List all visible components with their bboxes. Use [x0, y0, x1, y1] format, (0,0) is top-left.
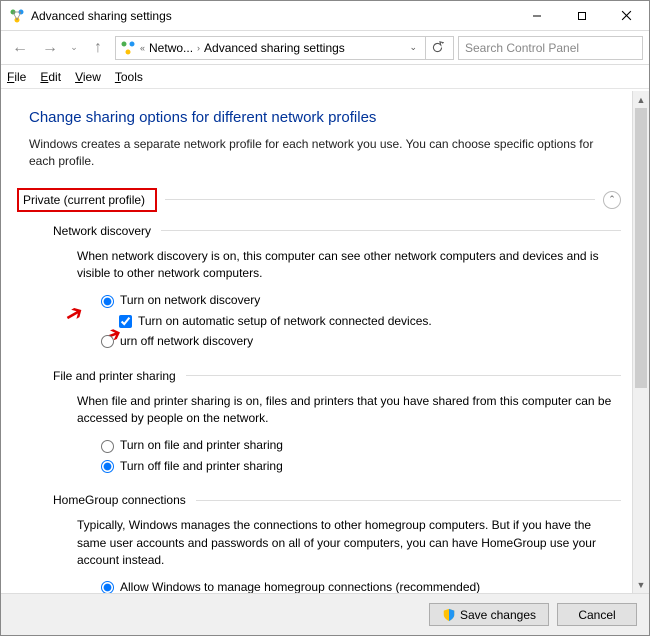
checkbox-auto-setup[interactable]: ➔ Turn on automatic setup of network con…	[119, 313, 621, 330]
section-description: Typically, Windows manages the connectio…	[77, 517, 621, 569]
divider	[165, 199, 595, 200]
breadcrumb-part-1[interactable]: Netwo...	[149, 41, 193, 55]
search-placeholder: Search Control Panel	[465, 41, 579, 55]
refresh-button[interactable]	[425, 36, 449, 60]
save-changes-button[interactable]: Save changes	[429, 603, 549, 626]
radio-label: urn off network discovery	[120, 333, 253, 350]
breadcrumb-sep: «	[140, 43, 145, 53]
menu-tools[interactable]: Tools	[115, 70, 143, 84]
radio-input[interactable]	[101, 581, 114, 593]
content-area: Change sharing options for different net…	[1, 91, 649, 593]
breadcrumb-sep: ›	[197, 43, 200, 53]
page-description: Windows creates a separate network profi…	[29, 136, 621, 170]
sharing-app-icon	[9, 8, 25, 24]
divider	[161, 230, 621, 231]
breadcrumb[interactable]: « Netwo... › Advanced sharing settings ⌄	[115, 36, 454, 60]
radio-turn-off-discovery[interactable]: urn off network discovery	[101, 333, 621, 350]
radio-input[interactable]	[101, 295, 114, 308]
section-file-printer-sharing: File and printer sharing When file and p…	[53, 369, 621, 476]
shield-icon	[442, 608, 456, 622]
radio-turn-off-fp-sharing[interactable]: Turn off file and printer sharing	[101, 458, 621, 475]
divider	[196, 500, 621, 501]
radio-label: Turn on file and printer sharing	[120, 437, 283, 454]
annotation-arrow-icon: ➔	[58, 296, 90, 333]
checkbox-label: Turn on automatic setup of network conne…	[138, 313, 432, 330]
chevron-up-icon: ⌃	[608, 194, 616, 205]
radio-input[interactable]	[101, 440, 114, 453]
button-label: Cancel	[578, 608, 615, 622]
radio-input[interactable]	[101, 460, 114, 473]
maximize-button[interactable]	[559, 1, 604, 31]
divider	[186, 375, 621, 376]
radio-label: Turn on network discovery	[120, 292, 260, 309]
section-description: When network discovery is on, this compu…	[77, 248, 621, 283]
footer-bar: Save changes Cancel	[1, 593, 649, 635]
back-button[interactable]: ←	[7, 35, 33, 61]
scroll-thumb[interactable]	[635, 108, 647, 388]
breadcrumb-dropdown[interactable]: ⌄	[409, 42, 421, 53]
profile-header: Private (current profile) ⌃	[17, 188, 621, 212]
radio-turn-on-discovery[interactable]: ➔ Turn on network discovery	[101, 292, 621, 309]
section-title: HomeGroup connections	[53, 493, 186, 507]
section-description: When file and printer sharing is on, fil…	[77, 393, 621, 428]
sharing-icon	[120, 40, 136, 56]
collapse-button[interactable]: ⌃	[603, 191, 621, 209]
up-button[interactable]: ↑	[85, 35, 111, 61]
section-homegroup: HomeGroup connections Typically, Windows…	[53, 493, 621, 593]
scroll-down-button[interactable]: ▼	[633, 576, 649, 593]
profile-label: Private (current profile)	[17, 188, 157, 212]
checkbox-input[interactable]	[119, 315, 132, 328]
vertical-scrollbar[interactable]: ▲ ▼	[632, 91, 649, 593]
menu-edit[interactable]: Edit	[40, 70, 61, 84]
breadcrumb-part-2[interactable]: Advanced sharing settings	[204, 41, 345, 55]
search-input[interactable]: Search Control Panel	[458, 36, 643, 60]
navigation-bar: ← → ⌄ ↑ « Netwo... › Advanced sharing se…	[1, 31, 649, 65]
menu-file[interactable]: File	[7, 70, 26, 84]
menu-view[interactable]: View	[75, 70, 101, 84]
minimize-button[interactable]	[514, 1, 559, 31]
radio-turn-on-fp-sharing[interactable]: Turn on file and printer sharing	[101, 437, 621, 454]
title-bar: Advanced sharing settings	[1, 1, 649, 31]
forward-button[interactable]: →	[37, 35, 63, 61]
radio-label: Turn off file and printer sharing	[120, 458, 283, 475]
section-title: Network discovery	[53, 224, 151, 238]
radio-input[interactable]	[101, 335, 114, 348]
cancel-button[interactable]: Cancel	[557, 603, 637, 626]
section-title: File and printer sharing	[53, 369, 176, 383]
button-label: Save changes	[460, 608, 536, 622]
history-dropdown[interactable]: ⌄	[67, 42, 81, 53]
radio-allow-windows-manage[interactable]: Allow Windows to manage homegroup connec…	[101, 579, 621, 593]
scroll-up-button[interactable]: ▲	[633, 91, 649, 108]
window-title: Advanced sharing settings	[31, 9, 514, 23]
close-button[interactable]	[604, 1, 649, 31]
page-title: Change sharing options for different net…	[29, 109, 621, 126]
radio-label: Allow Windows to manage homegroup connec…	[120, 579, 480, 593]
section-network-discovery: Network discovery When network discovery…	[53, 224, 621, 351]
menu-bar: File Edit View Tools	[1, 65, 649, 89]
